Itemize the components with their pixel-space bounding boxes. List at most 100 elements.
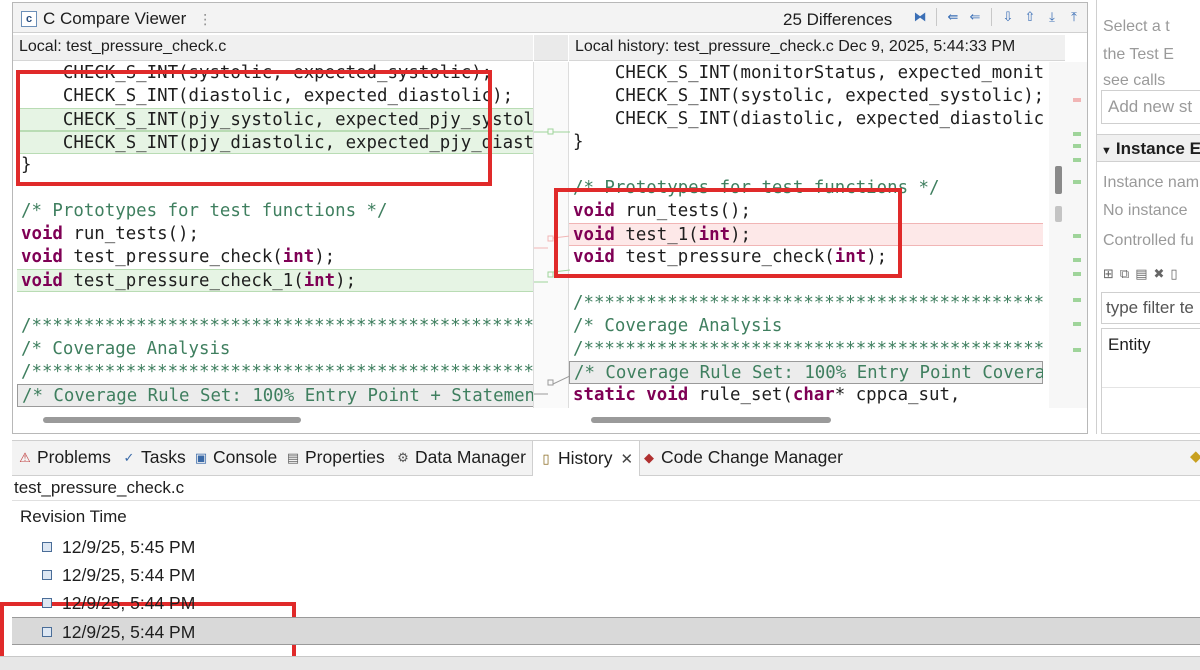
code-line[interactable]: /* Coverage Rule Set: 100% Entry Point +…	[17, 384, 535, 407]
revision-row[interactable]: 12/9/25, 5:45 PM	[12, 533, 1200, 561]
overview-change-marker[interactable]	[1073, 322, 1081, 326]
delete-icon[interactable]: ✖	[1154, 266, 1165, 282]
side-toolbar: ⊞ ⧉ ▤ ✖ ▯	[1103, 266, 1178, 282]
view-menu-icon[interactable]: ◆	[1190, 447, 1200, 465]
tab-code-change-manager[interactable]: ◆ Code Change Manager	[642, 447, 843, 468]
code-comment: /* Coverage Analysis	[573, 316, 783, 336]
overview-change-marker[interactable]	[1073, 298, 1081, 302]
overview-change-marker[interactable]	[1073, 144, 1081, 148]
type-filter-input[interactable]: type filter te	[1101, 292, 1200, 324]
add-new-step-input[interactable]: Add new st	[1101, 90, 1200, 124]
code-line[interactable]: /***************************************…	[569, 292, 1043, 315]
vertical-scroll-thumb-secondary[interactable]	[1055, 206, 1062, 222]
overview-change-marker[interactable]	[1073, 272, 1081, 276]
code-line[interactable]: /***************************************…	[17, 315, 535, 338]
code-line[interactable]: static void rule_set(char* cppca_sut,	[569, 384, 1043, 407]
code-line[interactable]: CHECK_S_INT(diastolic, expected_diastoli…	[569, 108, 1043, 131]
entity-column-header[interactable]: Entity	[1108, 335, 1151, 355]
copy-icon[interactable]: ⧉	[1120, 266, 1129, 282]
side-hint-line-1: Select a t	[1103, 18, 1170, 35]
instance-section-header[interactable]: ▼ Instance E	[1097, 134, 1200, 162]
overview-change-marker[interactable]	[1073, 158, 1081, 162]
tab-history[interactable]: ▯ History ✕	[532, 441, 641, 476]
code-line[interactable]: void run_tests();	[17, 223, 535, 246]
code-line[interactable]: /* Coverage Analysis	[569, 315, 1043, 338]
side-hint-line-2: the Test E	[1103, 46, 1174, 63]
copy-current-left-icon[interactable]: ⇐	[966, 8, 984, 26]
code-comment: /***************************************…	[21, 362, 535, 382]
code-text: }	[573, 132, 584, 152]
code-line[interactable]: CHECK_S_INT(systolic, expected_systolic)…	[569, 85, 1043, 108]
code-line[interactable]	[569, 154, 1043, 177]
right-horizontal-scroll-thumb[interactable]	[591, 417, 831, 423]
next-change-icon[interactable]: ⤓	[1043, 8, 1061, 26]
tab-console[interactable]: ▣ Console	[194, 447, 277, 468]
revision-row[interactable]: 12/9/25, 5:44 PM	[12, 561, 1200, 589]
code-comment: /* Coverage Rule Set: 100% Entry Point C…	[574, 363, 1043, 383]
controlled-functions-label: Controlled fu	[1103, 232, 1194, 249]
paste-icon[interactable]: ▤	[1135, 266, 1147, 282]
code-keyword: void	[21, 271, 63, 291]
code-comment: /***************************************…	[21, 316, 535, 336]
c-file-icon: c	[21, 11, 37, 27]
code-comment: /* Coverage Rule Set: 100% Entry Point +…	[22, 386, 535, 406]
code-line[interactable]: /* Coverage Analysis	[17, 338, 535, 361]
ignore-whitespace-icon[interactable]: ⧓	[911, 8, 929, 26]
tab-label: Tasks	[141, 447, 186, 467]
compare-viewer-title-text: C Compare Viewer	[43, 9, 187, 28]
entity-table: Entity	[1101, 328, 1200, 434]
add-icon[interactable]: ⊞	[1103, 266, 1114, 282]
tab-tasks[interactable]: ✓ Tasks	[122, 447, 186, 468]
tab-problems[interactable]: ⚠ Problems	[18, 447, 111, 468]
code-line[interactable]: /***************************************…	[569, 338, 1043, 361]
code-line[interactable]: /***************************************…	[17, 361, 535, 384]
previous-difference-icon[interactable]: ⇧	[1021, 8, 1039, 26]
copy-all-left-icon[interactable]: ⇚	[944, 8, 962, 26]
vertical-scroll-thumb[interactable]	[1055, 166, 1062, 194]
code-line[interactable]: CHECK_S_INT(monitorStatus, expected_moni…	[569, 62, 1043, 85]
left-horizontal-scroll-thumb[interactable]	[43, 417, 301, 423]
code-line[interactable]: /* Prototypes for test functions */	[17, 200, 535, 223]
tab-data-manager[interactable]: ⚙ Data Manager	[396, 447, 526, 468]
history-icon: ▯	[542, 450, 550, 466]
overview-change-marker[interactable]	[1073, 180, 1081, 184]
code-line[interactable]: /* Coverage Rule Set: 100% Entry Point C…	[569, 361, 1043, 384]
overview-change-marker[interactable]	[1073, 258, 1081, 262]
tab-label: History	[558, 448, 613, 468]
code-keyword: static void	[573, 385, 689, 405]
instance-section-title: Instance E	[1115, 139, 1200, 158]
drag-grip-icon[interactable]: ⋮	[198, 11, 212, 28]
revision-row-selected[interactable]: 12/9/25, 5:44 PM	[12, 617, 1200, 645]
more-icon[interactable]: ▯	[1170, 266, 1177, 282]
code-keyword: int	[303, 271, 336, 291]
overview-ruler[interactable]	[1049, 62, 1087, 408]
revision-time: 12/9/25, 5:44 PM	[62, 565, 196, 585]
overview-change-marker[interactable]	[1073, 348, 1081, 352]
differences-count: 25 Differences	[783, 10, 893, 29]
instance-name-label: Instance nam	[1103, 174, 1200, 191]
overview-change-marker[interactable]	[1073, 132, 1081, 136]
tab-properties[interactable]: ▤ Properties	[286, 447, 385, 468]
code-comment: /***************************************…	[573, 293, 1043, 313]
revision-time-column-header[interactable]: Revision Time	[20, 507, 127, 527]
code-line[interactable]: void test_pressure_check_1(int);	[17, 269, 535, 292]
overview-change-marker[interactable]	[1073, 98, 1081, 102]
next-difference-icon[interactable]: ⇩	[999, 8, 1017, 26]
code-keyword: char	[792, 385, 835, 405]
no-instance-label: No instance	[1103, 202, 1188, 219]
code-line[interactable]: }	[569, 131, 1043, 154]
previous-change-icon[interactable]: ⤒	[1065, 8, 1083, 26]
tab-label: Properties	[305, 447, 385, 467]
code-line[interactable]: void test_pressure_check(int);	[17, 246, 535, 269]
history-file-name: test_pressure_check.c	[14, 478, 185, 497]
tab-label: Code Change Manager	[661, 447, 843, 467]
revision-row[interactable]: 12/9/25, 5:44 PM	[12, 589, 1200, 617]
overview-change-marker[interactable]	[1073, 234, 1081, 238]
code-text: run_tests();	[62, 224, 200, 244]
bottom-view-tabbar: ⚠ Problems ✓ Tasks ▣ Console ▤ Propertie…	[12, 440, 1200, 476]
code-text: test_pressure_check_1(	[62, 271, 304, 291]
highlight-box-right-prototypes	[554, 188, 902, 278]
close-icon[interactable]: ✕	[620, 450, 633, 468]
code-line[interactable]	[17, 292, 535, 315]
entity-table-row-divider	[1102, 387, 1200, 388]
